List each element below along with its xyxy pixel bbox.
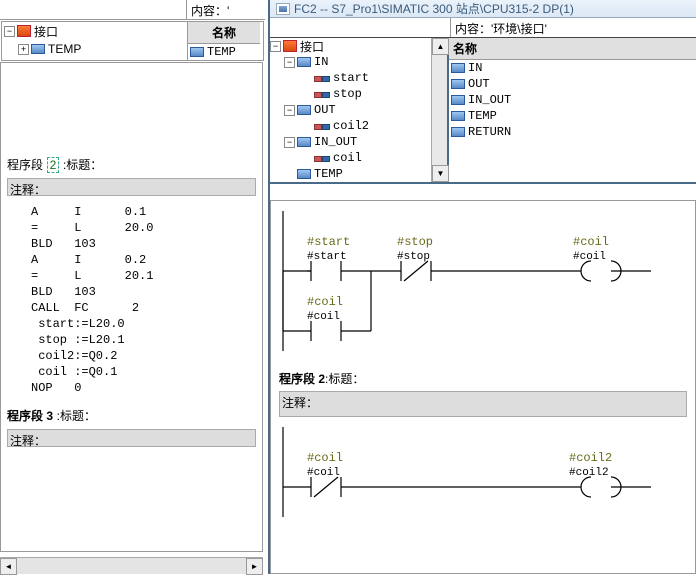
left-content-label: 内容：' xyxy=(186,0,233,19)
segment-number[interactable]: 2 xyxy=(47,157,60,173)
param-icon xyxy=(314,73,330,83)
network-2-rung[interactable]: #coil #coil #coil2 #coil2 xyxy=(271,417,691,527)
interface-icon xyxy=(17,25,31,37)
svg-text:#coil: #coil xyxy=(307,467,340,479)
var-group-icon xyxy=(297,137,311,147)
param-icon xyxy=(314,121,330,131)
right-top-header: 内容：'环境\接口' xyxy=(270,18,696,38)
segment-2-comment[interactable]: 注释： xyxy=(7,178,256,196)
svg-text:#coil: #coil xyxy=(307,451,343,465)
collapse-icon[interactable]: − xyxy=(4,26,15,37)
right-interface-tree[interactable]: −接口 −IN start stop −OUT coil2 −IN_OUT co… xyxy=(270,38,432,182)
param-icon xyxy=(314,153,330,163)
interface-icon xyxy=(283,40,297,52)
var-icon xyxy=(451,111,465,121)
window-icon xyxy=(276,3,290,15)
collapse-icon[interactable]: − xyxy=(284,105,295,116)
param-icon xyxy=(314,89,330,99)
var-icon xyxy=(190,47,204,57)
left-top-header: 内容：' xyxy=(0,0,265,20)
svg-text:#start: #start xyxy=(307,235,350,249)
scroll-right-icon[interactable]: ► xyxy=(246,558,263,575)
collapse-icon[interactable]: − xyxy=(270,41,281,52)
col-header-name: 名称 xyxy=(449,38,696,60)
lad-editor[interactable]: #start #start #coil #coil #stop #stop xyxy=(270,200,696,574)
svg-text:#stop: #stop xyxy=(397,235,433,249)
scroll-left-icon[interactable]: ◄ xyxy=(0,558,17,575)
left-h-scrollbar[interactable]: ◄ ► xyxy=(0,557,263,574)
segment-2-title: 程序段 2 :标题： xyxy=(1,153,262,176)
left-code-body[interactable]: 程序段 2 :标题： 注释： A I 0.1 = L 20.0 BLD 103 … xyxy=(0,62,263,552)
stl-code[interactable]: A I 0.1 = L 20.0 BLD 103 A I 0.2 = L 20.… xyxy=(1,200,262,404)
var-icon xyxy=(451,63,465,73)
expand-icon[interactable]: + xyxy=(18,44,29,55)
left-editor-pane: 内容：' − 接口 + TEMP 名称 TEMP 程序段 2 :标题： 注释： xyxy=(0,0,265,574)
left-interface-panel: − 接口 + TEMP 名称 TEMP xyxy=(1,21,264,61)
segment-2-title: 程序段 2:标题： xyxy=(271,364,695,389)
var-icon xyxy=(451,79,465,89)
svg-text:#coil2: #coil2 xyxy=(569,451,612,465)
scroll-up-icon[interactable]: ▲ xyxy=(432,38,449,55)
window-title: FC2 -- S7_Pro1\SIMATIC 300 站点\CPU315-2 D… xyxy=(294,0,574,17)
col-header-name: 名称 xyxy=(188,22,260,44)
segment-2-comment[interactable]: 注释： xyxy=(279,391,687,417)
right-interface-panel: −接口 −IN start stop −OUT coil2 −IN_OUT co… xyxy=(270,38,696,184)
network-1-rung[interactable]: #start #start #coil #coil #stop #stop xyxy=(271,201,691,361)
window-title-bar[interactable]: FC2 -- S7_Pro1\SIMATIC 300 站点\CPU315-2 D… xyxy=(270,0,696,18)
collapse-icon[interactable]: − xyxy=(284,137,295,148)
tree-v-scrollbar[interactable]: ▲ ▼ xyxy=(432,38,449,182)
var-icon xyxy=(451,95,465,105)
segment-3-comment[interactable]: 注释： xyxy=(7,429,256,447)
var-group-icon xyxy=(31,44,45,54)
var-icon xyxy=(451,127,465,137)
col-val-temp: TEMP xyxy=(207,45,236,59)
collapse-icon[interactable]: − xyxy=(284,57,295,68)
svg-text:#stop: #stop xyxy=(397,251,430,263)
svg-text:#coil: #coil xyxy=(307,295,343,309)
right-name-column: 名称 IN OUT IN_OUT TEMP RETURN xyxy=(449,38,696,182)
svg-text:#coil: #coil xyxy=(307,311,340,323)
var-group-icon xyxy=(297,105,311,115)
var-group-icon xyxy=(297,57,311,67)
temp-label: TEMP xyxy=(48,42,81,56)
left-name-column: 名称 TEMP xyxy=(188,22,260,60)
right-content-label: 内容：'环境\接口' xyxy=(450,18,696,37)
interface-root-label: 接口 xyxy=(34,23,58,40)
left-interface-tree[interactable]: − 接口 + TEMP xyxy=(2,22,188,60)
right-editor-pane: FC2 -- S7_Pro1\SIMATIC 300 站点\CPU315-2 D… xyxy=(268,0,696,574)
scroll-down-icon[interactable]: ▼ xyxy=(432,165,449,182)
segment-3-title: 程序段 3 :标题： xyxy=(1,404,262,427)
var-group-icon xyxy=(297,169,311,179)
svg-text:#coil: #coil xyxy=(573,235,609,249)
